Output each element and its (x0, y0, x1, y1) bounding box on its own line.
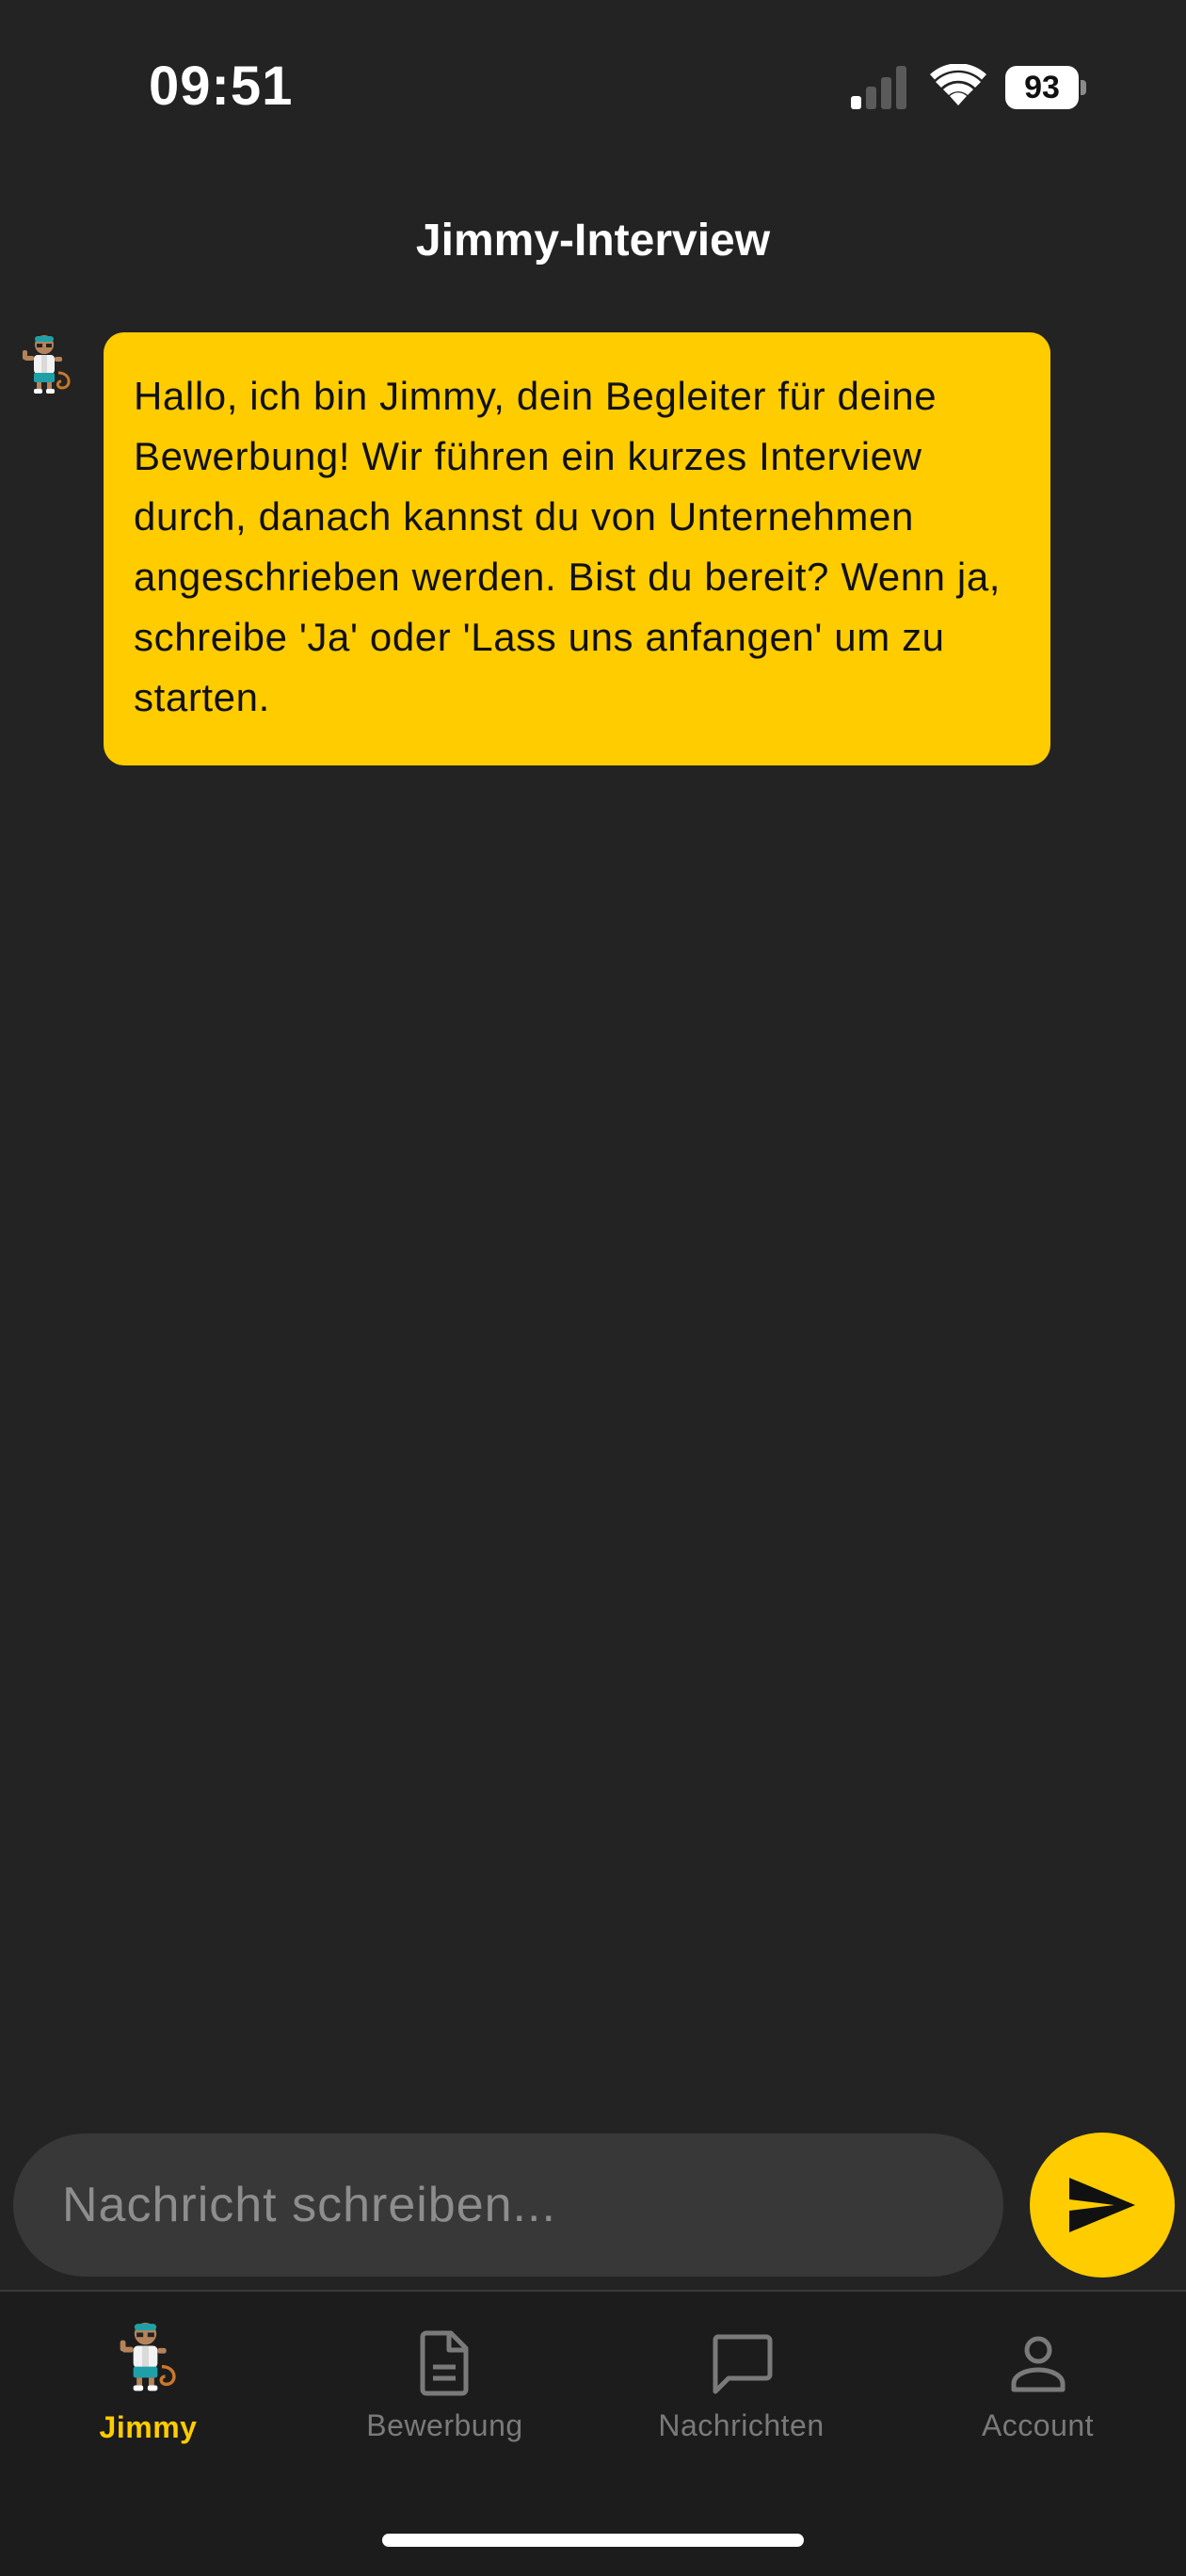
home-indicator (382, 2534, 804, 2547)
chat-message-bubble: Hallo, ich bin Jimmy, dein Begleiter für… (104, 332, 1050, 765)
person-icon (1011, 2336, 1065, 2392)
document-icon (420, 2330, 468, 2396)
nav-item-bewerbung[interactable]: Bewerbung (296, 2292, 593, 2452)
nav-item-nachrichten[interactable]: Nachrichten (593, 2292, 890, 2452)
chat-bubble-icon (712, 2334, 772, 2394)
battery-icon: 93 (1005, 66, 1086, 109)
message-input[interactable] (60, 2176, 968, 2234)
status-bar: 09:51 93 (0, 0, 1186, 179)
jimmy-avatar-icon (120, 2323, 176, 2391)
nav-item-account[interactable]: Account (890, 2292, 1186, 2452)
nav-label-nachrichten: Nachrichten (658, 2408, 825, 2442)
send-icon (1069, 2178, 1135, 2232)
nav-label-account: Account (981, 2408, 1095, 2442)
battery-level: 93 (1005, 66, 1079, 109)
nav-item-jimmy[interactable]: Jimmy (0, 2292, 296, 2452)
nav-label-jimmy: Jimmy (99, 2410, 198, 2444)
message-input-container (13, 2133, 1003, 2277)
status-time: 09:51 (149, 56, 294, 117)
nav-label-bewerbung: Bewerbung (366, 2408, 523, 2442)
page-title: Jimmy-Interview (415, 216, 771, 266)
send-button[interactable] (1030, 2133, 1175, 2278)
battery-cap (1081, 80, 1086, 95)
jimmy-avatar-icon (23, 335, 71, 394)
wifi-icon (930, 64, 986, 105)
app-screen: 09:51 93 Jimmy-Interview Hallo, ich bin … (0, 0, 1186, 2576)
signal-icon (851, 66, 906, 109)
